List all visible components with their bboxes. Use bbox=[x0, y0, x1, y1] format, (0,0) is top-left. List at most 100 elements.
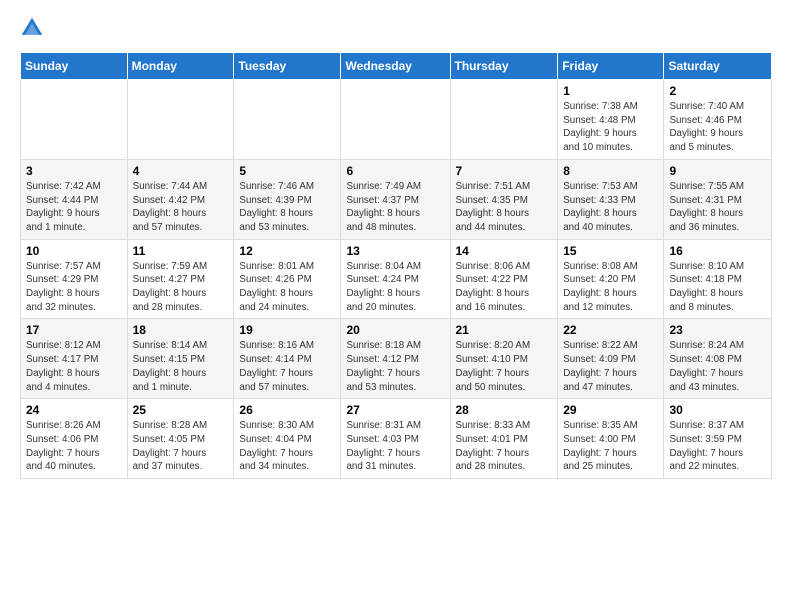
calendar-cell: 27Sunrise: 8:31 AM Sunset: 4:03 PM Dayli… bbox=[341, 399, 450, 479]
calendar-cell: 1 Sunrise: 7:38 AM Sunset: 4:48 PM Daylig… bbox=[558, 80, 664, 160]
day-info: Sunrise: 8:33 AM Sunset: 4:01 PM Dayligh… bbox=[456, 419, 553, 474]
day-info: Sunrise: 8:08 AM Sunset: 4:20 PM Dayligh… bbox=[563, 260, 658, 315]
calendar-table: SundayMondayTuesdayWednesdayThursdayFrid… bbox=[20, 52, 772, 479]
day-info: Sunrise: 8:14 AM Sunset: 4:15 PM Dayligh… bbox=[133, 339, 229, 394]
weekday-header-wednesday: Wednesday bbox=[341, 53, 450, 80]
day-number: 11 bbox=[133, 244, 229, 258]
day-info: Sunrise: 8:20 AM Sunset: 4:10 PM Dayligh… bbox=[456, 339, 553, 394]
calendar-cell: 4 Sunrise: 7:44 AM Sunset: 4:42 PM Daylig… bbox=[127, 159, 234, 239]
day-info: Sunrise: 8:04 AM Sunset: 4:24 PM Dayligh… bbox=[346, 260, 444, 315]
day-info: Sunrise: 8:12 AM Sunset: 4:17 PM Dayligh… bbox=[26, 339, 122, 394]
calendar-cell bbox=[450, 80, 558, 160]
calendar-cell: 25 Sunrise: 8:28 AM Sunset: 4:05 PM Dayli… bbox=[127, 399, 234, 479]
day-number: 10 bbox=[26, 244, 122, 258]
day-number: 16 bbox=[669, 244, 766, 258]
day-number: 2 bbox=[669, 84, 766, 98]
calendar-cell: 8 Sunrise: 7:53 AM Sunset: 4:33 PM Daylig… bbox=[558, 159, 664, 239]
calendar-cell: 20 Sunrise: 8:18 AM Sunset: 4:12 PM Dayli… bbox=[341, 319, 450, 399]
day-info: Sunrise: 7:44 AM Sunset: 4:42 PM Dayligh… bbox=[133, 180, 229, 235]
calendar-cell: 19 Sunrise: 8:16 AM Sunset: 4:14 PM Dayli… bbox=[234, 319, 341, 399]
day-number: 20 bbox=[346, 323, 444, 337]
day-info: Sunrise: 8:01 AM Sunset: 4:26 PM Dayligh… bbox=[239, 260, 335, 315]
day-info: Sunrise: 8:30 AM Sunset: 4:04 PM Dayligh… bbox=[239, 419, 335, 474]
day-info: Sunrise: 8:16 AM Sunset: 4:14 PM Dayligh… bbox=[239, 339, 335, 394]
day-number: 12 bbox=[239, 244, 335, 258]
day-number: 13 bbox=[346, 244, 444, 258]
logo-icon bbox=[20, 16, 44, 40]
day-info: Sunrise: 8:06 AM Sunset: 4:22 PM Dayligh… bbox=[456, 260, 553, 315]
day-number: 19 bbox=[239, 323, 335, 337]
calendar-cell: 21 Sunrise: 8:20 AM Sunset: 4:10 PM Dayli… bbox=[450, 319, 558, 399]
logo bbox=[20, 16, 48, 40]
calendar-cell: 11 Sunrise: 7:59 AM Sunset: 4:27 PM Dayli… bbox=[127, 239, 234, 319]
day-info: Sunrise: 7:42 AM Sunset: 4:44 PM Dayligh… bbox=[26, 180, 122, 235]
day-info: Sunrise: 7:57 AM Sunset: 4:29 PM Dayligh… bbox=[26, 260, 122, 315]
weekday-header-friday: Friday bbox=[558, 53, 664, 80]
calendar-cell: 14 Sunrise: 8:06 AM Sunset: 4:22 PM Dayli… bbox=[450, 239, 558, 319]
day-number: 1 bbox=[563, 84, 658, 98]
calendar-cell bbox=[127, 80, 234, 160]
day-number: 9 bbox=[669, 164, 766, 178]
weekday-header-monday: Monday bbox=[127, 53, 234, 80]
day-info: Sunrise: 8:10 AM Sunset: 4:18 PM Dayligh… bbox=[669, 260, 766, 315]
calendar-cell: 28 Sunrise: 8:33 AM Sunset: 4:01 PM Dayli… bbox=[450, 399, 558, 479]
day-number: 6 bbox=[346, 164, 444, 178]
calendar-cell: 15 Sunrise: 8:08 AM Sunset: 4:20 PM Dayli… bbox=[558, 239, 664, 319]
weekday-header-row: SundayMondayTuesdayWednesdayThursdayFrid… bbox=[21, 53, 772, 80]
day-number: 14 bbox=[456, 244, 553, 258]
day-number: 7 bbox=[456, 164, 553, 178]
day-info: Sunrise: 8:22 AM Sunset: 4:09 PM Dayligh… bbox=[563, 339, 658, 394]
calendar-cell bbox=[234, 80, 341, 160]
calendar-cell: 26 Sunrise: 8:30 AM Sunset: 4:04 PM Dayli… bbox=[234, 399, 341, 479]
calendar-cell: 10 Sunrise: 7:57 AM Sunset: 4:29 PM Dayli… bbox=[21, 239, 128, 319]
day-info: Sunrise: 7:59 AM Sunset: 4:27 PM Dayligh… bbox=[133, 260, 229, 315]
day-number: 4 bbox=[133, 164, 229, 178]
day-info: Sunrise: 8:31 AM Sunset: 4:03 PM Dayligh… bbox=[346, 419, 444, 474]
day-info: Sunrise: 8:26 AM Sunset: 4:06 PM Dayligh… bbox=[26, 419, 122, 474]
calendar-cell: 13 Sunrise: 8:04 AM Sunset: 4:24 PM Dayli… bbox=[341, 239, 450, 319]
calendar-cell: 18 Sunrise: 8:14 AM Sunset: 4:15 PM Dayli… bbox=[127, 319, 234, 399]
day-info: Sunrise: 7:49 AM Sunset: 4:37 PM Dayligh… bbox=[346, 180, 444, 235]
day-info: Sunrise: 7:46 AM Sunset: 4:39 PM Dayligh… bbox=[239, 180, 335, 235]
calendar-cell: 23 Sunrise: 8:24 AM Sunset: 4:08 PM Dayli… bbox=[664, 319, 772, 399]
day-number: 28 bbox=[456, 403, 553, 417]
day-number: 18 bbox=[133, 323, 229, 337]
day-info: Sunrise: 8:28 AM Sunset: 4:05 PM Dayligh… bbox=[133, 419, 229, 474]
calendar-cell: 29 Sunrise: 8:35 AM Sunset: 4:00 PM Dayli… bbox=[558, 399, 664, 479]
day-number: 30 bbox=[669, 403, 766, 417]
calendar-cell: 7 Sunrise: 7:51 AM Sunset: 4:35 PM Daylig… bbox=[450, 159, 558, 239]
calendar-cell: 22Sunrise: 8:22 AM Sunset: 4:09 PM Dayli… bbox=[558, 319, 664, 399]
calendar-cell: 3 Sunrise: 7:42 AM Sunset: 4:44 PM Daylig… bbox=[21, 159, 128, 239]
calendar-cell: 16 Sunrise: 8:10 AM Sunset: 4:18 PM Dayli… bbox=[664, 239, 772, 319]
calendar-cell bbox=[21, 80, 128, 160]
day-info: Sunrise: 8:24 AM Sunset: 4:08 PM Dayligh… bbox=[669, 339, 766, 394]
calendar-week-row: 3 Sunrise: 7:42 AM Sunset: 4:44 PM Daylig… bbox=[21, 159, 772, 239]
calendar-cell: 6 Sunrise: 7:49 AM Sunset: 4:37 PM Daylig… bbox=[341, 159, 450, 239]
day-number: 29 bbox=[563, 403, 658, 417]
page-header bbox=[20, 16, 772, 40]
day-number: 17 bbox=[26, 323, 122, 337]
calendar-cell: 24Sunrise: 8:26 AM Sunset: 4:06 PM Dayli… bbox=[21, 399, 128, 479]
day-number: 21 bbox=[456, 323, 553, 337]
calendar-cell: 2 Sunrise: 7:40 AM Sunset: 4:46 PM Daylig… bbox=[664, 80, 772, 160]
day-info: Sunrise: 8:18 AM Sunset: 4:12 PM Dayligh… bbox=[346, 339, 444, 394]
day-number: 25 bbox=[133, 403, 229, 417]
day-info: Sunrise: 7:38 AM Sunset: 4:48 PM Dayligh… bbox=[563, 100, 658, 155]
day-info: Sunrise: 8:35 AM Sunset: 4:00 PM Dayligh… bbox=[563, 419, 658, 474]
day-number: 3 bbox=[26, 164, 122, 178]
day-info: Sunrise: 7:55 AM Sunset: 4:31 PM Dayligh… bbox=[669, 180, 766, 235]
day-number: 26 bbox=[239, 403, 335, 417]
day-number: 8 bbox=[563, 164, 658, 178]
day-info: Sunrise: 8:37 AM Sunset: 3:59 PM Dayligh… bbox=[669, 419, 766, 474]
day-info: Sunrise: 7:51 AM Sunset: 4:35 PM Dayligh… bbox=[456, 180, 553, 235]
day-info: Sunrise: 7:40 AM Sunset: 4:46 PM Dayligh… bbox=[669, 100, 766, 155]
day-number: 5 bbox=[239, 164, 335, 178]
calendar-cell: 17 Sunrise: 8:12 AM Sunset: 4:17 PM Dayli… bbox=[21, 319, 128, 399]
day-number: 15 bbox=[563, 244, 658, 258]
day-info: Sunrise: 7:53 AM Sunset: 4:33 PM Dayligh… bbox=[563, 180, 658, 235]
calendar-week-row: 1 Sunrise: 7:38 AM Sunset: 4:48 PM Daylig… bbox=[21, 80, 772, 160]
calendar-week-row: 24Sunrise: 8:26 AM Sunset: 4:06 PM Dayli… bbox=[21, 399, 772, 479]
calendar-cell: 9 Sunrise: 7:55 AM Sunset: 4:31 PM Daylig… bbox=[664, 159, 772, 239]
day-number: 23 bbox=[669, 323, 766, 337]
calendar-week-row: 17 Sunrise: 8:12 AM Sunset: 4:17 PM Dayli… bbox=[21, 319, 772, 399]
